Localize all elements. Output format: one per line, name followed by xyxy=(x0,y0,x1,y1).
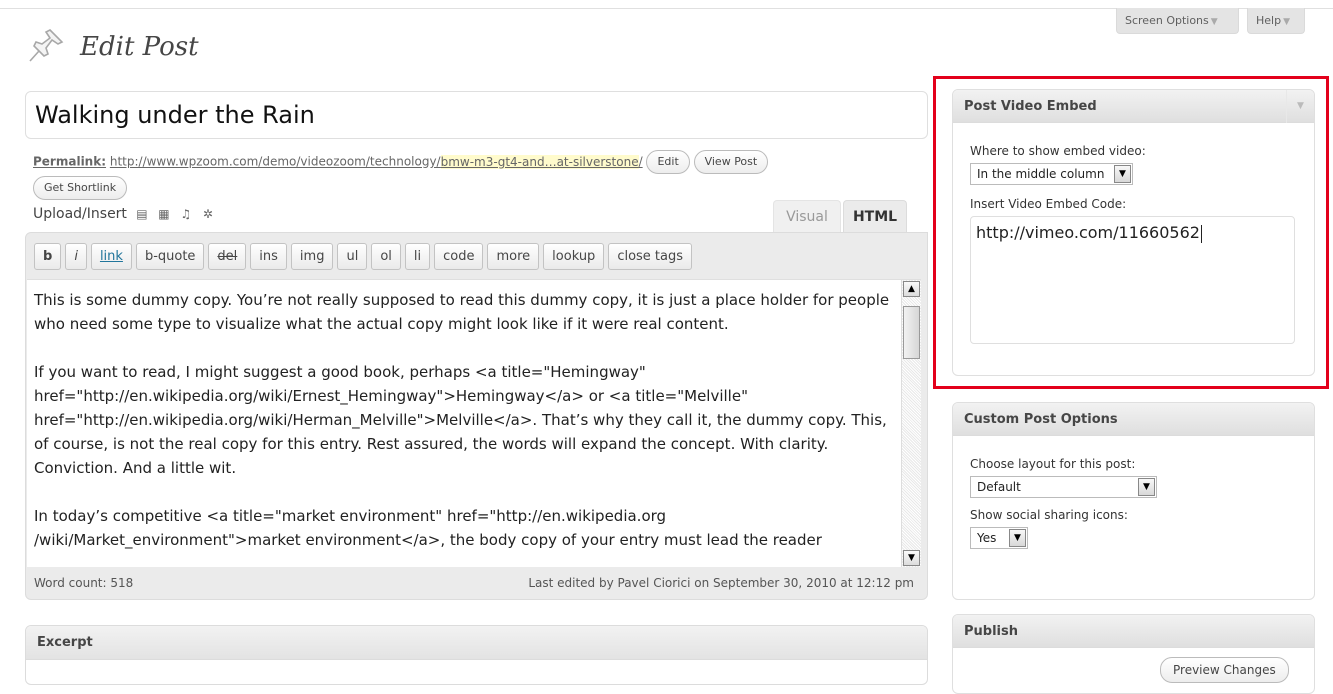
scroll-down-icon[interactable]: ▼ xyxy=(903,550,920,566)
publish-title: Publish xyxy=(964,624,1018,639)
quicktag-ins-button[interactable]: ins xyxy=(250,243,287,270)
quicktag-lookup-button[interactable]: lookup xyxy=(543,243,605,270)
content-textarea[interactable]: This is some dummy copy. You’re not real… xyxy=(27,279,921,567)
quicktag-close-tags-button[interactable]: close tags xyxy=(608,243,693,270)
chevron-down-icon: ▼ xyxy=(1283,17,1290,27)
content-paragraph: If you want to read, I might suggest a g… xyxy=(34,363,887,477)
tab-visual[interactable]: Visual xyxy=(773,200,841,232)
last-edited: Last edited by Pavel Ciorici on Septembe… xyxy=(528,576,914,590)
edit-permalink-button[interactable]: Edit xyxy=(646,150,690,174)
add-image-icon[interactable]: ▤ xyxy=(135,207,149,221)
permalink-row: Permalink: http://www.wpzoom.com/demo/vi… xyxy=(33,150,923,200)
chevron-down-icon: ▼ xyxy=(1210,17,1218,27)
help-tab[interactable]: Help ▼ xyxy=(1247,8,1305,34)
get-shortlink-button[interactable]: Get Shortlink xyxy=(33,176,128,200)
layout-value: Default xyxy=(977,480,1021,494)
quicktag-blockquote-button[interactable]: b-quote xyxy=(135,243,205,270)
permalink-label: Permalink: xyxy=(33,154,107,169)
excerpt-box: Excerpt xyxy=(25,625,928,685)
scrollbar-thumb[interactable] xyxy=(903,306,920,359)
quicktags-toolbar: b i link b-quote del ins img ul ol li co… xyxy=(34,243,693,270)
page-title: Edit Post xyxy=(80,32,199,62)
preview-changes-button[interactable]: Preview Changes xyxy=(1160,657,1289,683)
editor-status-bar: Word count: 518 Last edited by Pavel Cio… xyxy=(34,576,914,590)
dropdown-arrow-icon: ▼ xyxy=(1138,478,1155,496)
word-count: Word count: 518 xyxy=(34,576,134,590)
quicktag-img-button[interactable]: img xyxy=(290,243,334,270)
quicktag-del-button[interactable]: del xyxy=(208,243,247,270)
help-label: Help xyxy=(1256,14,1282,27)
excerpt-title[interactable]: Excerpt xyxy=(26,626,927,660)
content-scrollbar[interactable]: ▲ ▼ xyxy=(901,280,921,567)
tab-html[interactable]: HTML xyxy=(843,200,907,233)
quicktag-code-button[interactable]: code xyxy=(434,243,484,270)
quicktag-link-button[interactable]: link xyxy=(90,243,132,270)
custom-post-options-title: Custom Post Options xyxy=(964,412,1118,427)
publish-header[interactable]: Publish xyxy=(953,615,1314,648)
screen-options-tab[interactable]: Screen Options ▼ xyxy=(1116,8,1239,34)
custom-post-options-header[interactable]: Custom Post Options xyxy=(953,403,1314,436)
scroll-up-icon[interactable]: ▲ xyxy=(903,281,920,297)
highlight-frame xyxy=(933,76,1329,389)
permalink-slug[interactable]: bmw-m3-gt4-and…at-silverstone xyxy=(440,154,639,169)
pushpin-icon xyxy=(29,29,64,62)
content-paragraph: In today’s competitive <a title="market … xyxy=(34,507,822,549)
quicktag-li-button[interactable]: li xyxy=(404,243,431,270)
custom-post-options-box: Custom Post Options Choose layout for th… xyxy=(952,402,1315,600)
post-title-input[interactable]: Walking under the Rain xyxy=(25,91,928,139)
screen-options-label: Screen Options xyxy=(1125,14,1209,27)
dropdown-arrow-icon: ▼ xyxy=(1009,529,1026,547)
add-audio-icon[interactable]: ♫ xyxy=(179,207,193,221)
add-video-icon[interactable]: ▦ xyxy=(157,207,171,221)
add-media-icon[interactable]: ✲ xyxy=(201,207,215,221)
layout-label: Choose layout for this post: xyxy=(970,457,1136,471)
content-text: This is some dummy copy. You’re not real… xyxy=(34,288,900,567)
quicktag-more-button[interactable]: more xyxy=(487,243,540,270)
quicktag-italic-button[interactable]: i xyxy=(65,243,87,270)
post-editor: b i link b-quote del ins img ul ol li co… xyxy=(25,232,928,600)
quicktag-ol-button[interactable]: ol xyxy=(371,243,401,270)
quicktag-bold-button[interactable]: b xyxy=(34,243,62,270)
upload-insert-row: Upload/Insert ▤ ▦ ♫ ✲ xyxy=(33,206,215,222)
social-icons-select[interactable]: Yes ▼ xyxy=(970,527,1028,549)
permalink-base-url[interactable]: http://www.wpzoom.com/demo/videozoom/tec… xyxy=(110,155,441,169)
social-icons-value: Yes xyxy=(977,531,997,545)
content-paragraph: This is some dummy copy. You’re not real… xyxy=(34,291,890,333)
quicktag-ul-button[interactable]: ul xyxy=(337,243,368,270)
social-icons-label: Show social sharing icons: xyxy=(970,508,1128,522)
view-post-button[interactable]: View Post xyxy=(693,150,769,174)
permalink-trailing: / xyxy=(638,154,643,169)
layout-select[interactable]: Default ▼ xyxy=(970,476,1157,498)
upload-insert-label: Upload/Insert xyxy=(33,206,127,222)
